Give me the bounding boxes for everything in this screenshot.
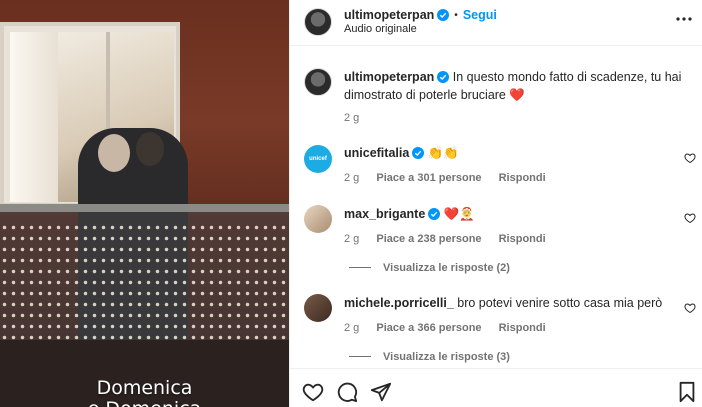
header-username[interactable]: ultimopeterpan <box>344 8 434 22</box>
comment-time: 2 g <box>344 233 360 245</box>
avatar-logo-text: unicef <box>309 156 327 162</box>
comment-text: ❤️🤶 <box>443 207 475 221</box>
avatar[interactable] <box>304 205 332 233</box>
video-caption-line2: e Domenica <box>0 398 289 407</box>
reply-button[interactable]: Rispondi <box>499 233 546 245</box>
heart-icon[interactable] <box>684 212 696 224</box>
more-options-icon[interactable] <box>675 10 693 28</box>
comment-text: 👏👏 <box>427 146 459 160</box>
comment-username[interactable]: max_brigante <box>344 207 425 221</box>
caption-username[interactable]: ultimopeterpan <box>344 70 434 84</box>
verified-badge-icon <box>412 147 425 159</box>
view-replies-button[interactable]: Visualizza le risposte (3) <box>349 351 510 363</box>
comment: michele.porricelli_ bro potevi venire so… <box>344 294 662 312</box>
post-header: ultimopeterpan • Segui Audio originale <box>290 0 702 46</box>
avatar[interactable]: unicef <box>304 145 332 173</box>
reply-button[interactable]: Rispondi <box>499 322 546 334</box>
heart-icon[interactable] <box>302 381 324 403</box>
comment-likes[interactable]: Piace a 301 persone <box>376 172 481 184</box>
heart-icon[interactable] <box>684 152 696 164</box>
heart-icon[interactable] <box>684 302 696 314</box>
bookmark-icon[interactable] <box>676 381 698 403</box>
comment-username[interactable]: unicefitalia <box>344 146 409 160</box>
caption-time: 2 g <box>344 112 360 124</box>
avatar[interactable] <box>304 294 332 322</box>
post-panel: ultimopeterpan • Segui Audio originale ult… <box>289 0 702 407</box>
comment-likes[interactable]: Piace a 238 persone <box>376 233 481 245</box>
separator-dot: • <box>454 10 458 21</box>
avatar[interactable] <box>304 8 332 36</box>
audio-label[interactable]: Audio originale <box>344 23 417 35</box>
share-icon[interactable] <box>370 381 392 403</box>
avatar[interactable] <box>304 68 332 96</box>
action-bar <box>290 368 702 407</box>
view-replies-label[interactable]: Visualizza le risposte (2) <box>383 262 510 274</box>
reply-button[interactable]: Rispondi <box>499 172 546 184</box>
view-replies-button[interactable]: Visualizza le risposte (2) <box>349 262 510 274</box>
balcony-rail <box>0 204 289 212</box>
comment-meta: 2 g Piace a 238 persone Rispondi <box>344 233 560 245</box>
comment-meta: 2 g Piace a 366 persone Rispondi <box>344 322 560 334</box>
comment-likes[interactable]: Piace a 366 persone <box>376 322 481 334</box>
comment-time: 2 g <box>344 322 360 334</box>
view-replies-label[interactable]: Visualizza le risposte (3) <box>383 351 510 363</box>
comment: max_brigante ❤️🤶 <box>344 205 475 223</box>
comment: unicefitalia 👏👏 <box>344 144 459 162</box>
heart-emoji: ❤️ <box>509 88 525 102</box>
comment-time: 2 g <box>344 172 360 184</box>
verified-badge-icon <box>437 71 450 83</box>
follow-button[interactable]: Segui <box>463 8 497 22</box>
comment-icon[interactable] <box>336 381 358 403</box>
verified-badge-icon <box>428 208 441 220</box>
video-caption-line1: Domenica <box>96 377 193 399</box>
christmas-lights <box>0 222 289 342</box>
comment-username[interactable]: michele.porricelli_ <box>344 296 454 310</box>
verified-badge-icon <box>437 9 450 21</box>
comment-text: bro potevi venire sotto casa mia però <box>457 296 663 310</box>
comment-meta: 2 g Piace a 301 persone Rispondi <box>344 172 560 184</box>
post-media[interactable]: Domenica e Domenica <box>0 0 289 407</box>
post-caption: ultimopeterpan In questo mondo fatto di … <box>344 68 689 104</box>
